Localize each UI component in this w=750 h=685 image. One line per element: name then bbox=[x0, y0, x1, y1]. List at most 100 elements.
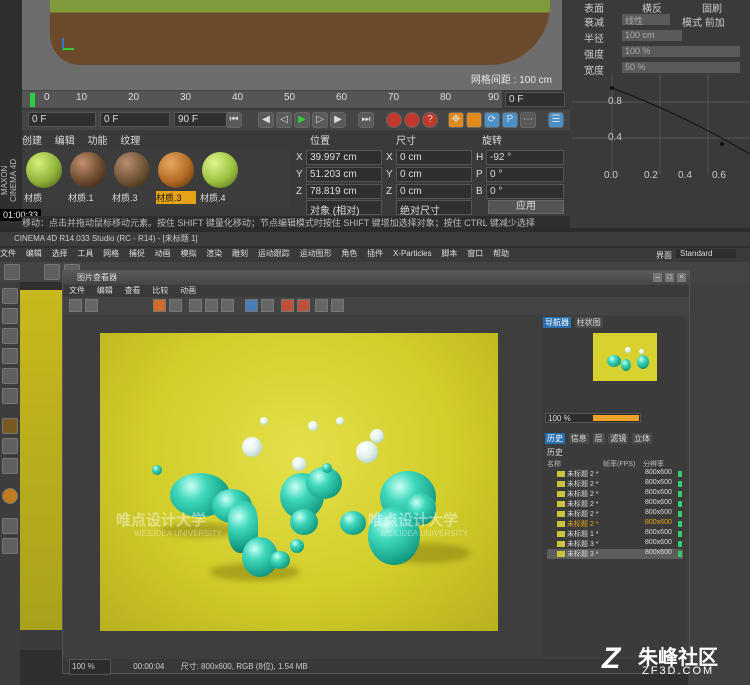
material-swatch[interactable]: 材质.4 bbox=[200, 152, 240, 204]
start-frame-field[interactable]: 0 F bbox=[28, 112, 96, 127]
menu-item[interactable]: 脚本 bbox=[441, 249, 457, 258]
navigator-zoom-slider[interactable] bbox=[593, 415, 639, 421]
radius-field[interactable]: 100 cm bbox=[622, 30, 682, 41]
object-mode-dropdown[interactable]: 对象 (相对) bbox=[306, 200, 382, 217]
playhead-marker[interactable] bbox=[30, 93, 35, 107]
render-icon[interactable] bbox=[153, 299, 166, 312]
menu-item[interactable]: 捕捉 bbox=[129, 249, 145, 258]
y-position-field[interactable]: 51.203 cm bbox=[306, 167, 382, 182]
history-row-selected[interactable]: 未标题 2 * 800x600 bbox=[547, 519, 683, 529]
record-icon[interactable] bbox=[386, 112, 402, 128]
scale-key-icon[interactable] bbox=[466, 112, 482, 128]
auto-key-icon[interactable] bbox=[404, 112, 420, 128]
view-icon[interactable] bbox=[221, 299, 234, 312]
menu-item[interactable]: X-Particles bbox=[393, 249, 432, 258]
tool-icon[interactable] bbox=[2, 388, 18, 404]
preview-min-field[interactable]: 0 F bbox=[100, 112, 170, 127]
menu-item[interactable]: 模拟 bbox=[180, 249, 196, 258]
next-frame-icon[interactable]: ▷ bbox=[312, 112, 328, 128]
pv-menu-item[interactable]: 比较 bbox=[152, 286, 168, 295]
compare-icon[interactable] bbox=[261, 299, 274, 312]
prev-key-icon[interactable]: ◀ bbox=[258, 112, 274, 128]
material-swatch[interactable]: 材质 bbox=[24, 152, 64, 204]
zoom-field[interactable]: 100 % bbox=[69, 659, 111, 675]
tool-icon[interactable] bbox=[2, 328, 18, 344]
menu-item[interactable]: 动画 bbox=[155, 249, 171, 258]
tool-icon[interactable] bbox=[2, 438, 18, 454]
pv-menu-item[interactable]: 文件 bbox=[69, 286, 85, 295]
keyframe-help-icon[interactable]: ? bbox=[422, 112, 438, 128]
tab-filter[interactable]: 滤镜 bbox=[608, 433, 629, 444]
tool-icon[interactable] bbox=[2, 538, 18, 554]
strength-slider[interactable]: 100 % bbox=[622, 46, 740, 57]
menu-item[interactable]: 运动图形 bbox=[300, 249, 332, 258]
size-mode-dropdown[interactable]: 绝对尺寸 bbox=[396, 200, 472, 217]
width-slider[interactable]: 50 % bbox=[622, 62, 740, 73]
navigator-thumbnail[interactable] bbox=[593, 333, 657, 381]
tool-icon[interactable] bbox=[2, 518, 18, 534]
tool-icon[interactable] bbox=[2, 348, 18, 364]
z-position-field[interactable]: 78.819 cm bbox=[306, 184, 382, 199]
ab-b-icon[interactable] bbox=[297, 299, 310, 312]
menu-item[interactable]: 角色 bbox=[341, 249, 357, 258]
close-icon[interactable]: × bbox=[677, 273, 686, 282]
x-position-field[interactable]: 39.997 cm bbox=[306, 150, 382, 165]
tab-history[interactable]: 历史 bbox=[545, 433, 565, 444]
history-row[interactable]: 未标题 2 * 800x600 bbox=[547, 479, 683, 489]
x-size-field[interactable]: 0 cm bbox=[396, 150, 472, 165]
tool-icon[interactable] bbox=[315, 299, 328, 312]
minimize-icon[interactable]: – bbox=[653, 273, 662, 282]
history-row[interactable]: 未标题 2 * 800x600 bbox=[547, 469, 683, 479]
menu-item[interactable]: 帮助 bbox=[493, 249, 509, 258]
material-swatch[interactable]: 材质.3 bbox=[112, 152, 152, 204]
tab-info[interactable]: 信息 bbox=[568, 433, 589, 444]
pv-menu-item[interactable]: 查看 bbox=[125, 286, 141, 295]
tab-layer[interactable]: 层 bbox=[592, 433, 605, 444]
open-icon[interactable] bbox=[69, 299, 82, 312]
viewport-bottom[interactable] bbox=[20, 290, 68, 650]
tool-icon[interactable] bbox=[331, 299, 344, 312]
maximize-icon[interactable]: □ bbox=[665, 273, 674, 282]
tool-icon[interactable] bbox=[2, 308, 18, 324]
render-canvas[interactable]: 唯点设计大学 WEILIDEA UNIVERSITY 唯点设计大学 WEILID… bbox=[100, 333, 498, 631]
view-icon[interactable] bbox=[205, 299, 218, 312]
h-rotation-field[interactable]: -92 ° bbox=[486, 150, 564, 165]
pv-menu-item[interactable]: 动画 bbox=[180, 286, 196, 295]
menu-item[interactable]: 雕刻 bbox=[232, 249, 248, 258]
tool-icon[interactable] bbox=[2, 418, 18, 434]
menu-item[interactable]: 网格 bbox=[103, 249, 119, 258]
pv-menu-item[interactable]: 编辑 bbox=[97, 286, 113, 295]
save-icon[interactable] bbox=[85, 299, 98, 312]
tab-navigator[interactable]: 导航器 bbox=[543, 317, 571, 328]
compare-icon[interactable] bbox=[245, 299, 258, 312]
timeline-menu-icon[interactable]: ☰ bbox=[548, 112, 564, 128]
material-menu-create[interactable]: 创建 bbox=[22, 136, 42, 147]
menu-item[interactable]: 工具 bbox=[77, 249, 93, 258]
material-menu-edit[interactable]: 编辑 bbox=[55, 136, 75, 147]
b-rotation-field[interactable]: 0 ° bbox=[486, 184, 564, 199]
falloff-dropdown[interactable]: 线性 bbox=[622, 14, 670, 26]
prev-frame-icon[interactable]: ◁ bbox=[276, 112, 292, 128]
history-row-highlighted[interactable]: 未标题 3 * 800x600 bbox=[547, 549, 683, 559]
go-end-icon[interactable]: ⏭ bbox=[358, 112, 374, 128]
menu-item[interactable]: 选择 bbox=[52, 249, 68, 258]
view-icon[interactable] bbox=[189, 299, 202, 312]
menu-item[interactable]: 运动跟踪 bbox=[258, 249, 290, 258]
history-row[interactable]: 未标题 2 * 800x600 bbox=[547, 509, 683, 519]
channel-icon[interactable] bbox=[169, 299, 182, 312]
rotate-key-icon[interactable]: ⟳ bbox=[484, 112, 500, 128]
material-menu-texture[interactable]: 纹理 bbox=[120, 136, 140, 147]
param-key-icon[interactable]: P bbox=[502, 112, 518, 128]
viewport-top[interactable]: 网格间距 : 100 cm bbox=[22, 0, 562, 90]
timeline-ruler[interactable]: 0 10 20 30 40 50 60 70 80 90 bbox=[22, 90, 502, 108]
ab-a-icon[interactable] bbox=[281, 299, 294, 312]
history-row[interactable]: 未标题 3 * 800x600 bbox=[547, 539, 683, 549]
next-key-icon[interactable]: ▶ bbox=[330, 112, 346, 128]
menu-item[interactable]: 编辑 bbox=[26, 249, 42, 258]
menu-item[interactable]: 渲染 bbox=[206, 249, 222, 258]
tab-stereo[interactable]: 立体 bbox=[632, 433, 653, 444]
z-size-field[interactable]: 0 cm bbox=[396, 184, 472, 199]
material-menu-function[interactable]: 功能 bbox=[88, 136, 108, 147]
move-key-icon[interactable]: ✥ bbox=[448, 112, 464, 128]
tool-icon[interactable] bbox=[2, 288, 18, 304]
